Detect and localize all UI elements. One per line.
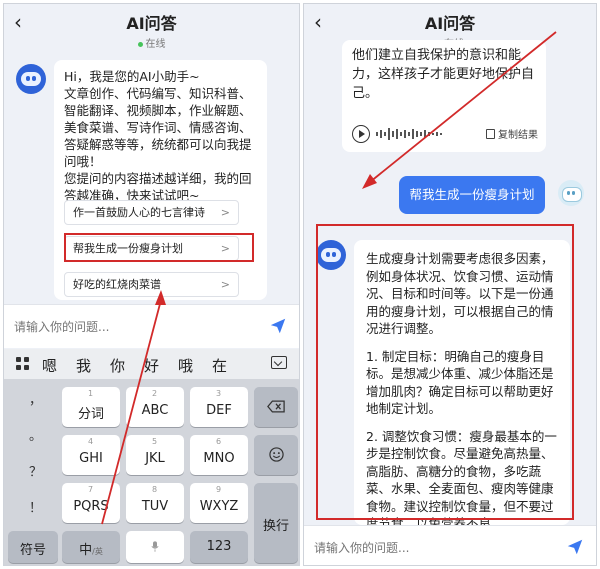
annotation-arrow-icon [362, 31, 557, 189]
left-screenshot: ‹ AI问答 在线 Hi，我是您的AI小助手~ 文章创作、代码编写、知识科普、智… [3, 3, 300, 566]
right-screenshot: ‹ AI问答 在线 他们建立自我保护的意识和能力，这样孩子才能更好地保护自己。 … [303, 3, 597, 566]
annotation-arrow-icon [101, 290, 166, 525]
